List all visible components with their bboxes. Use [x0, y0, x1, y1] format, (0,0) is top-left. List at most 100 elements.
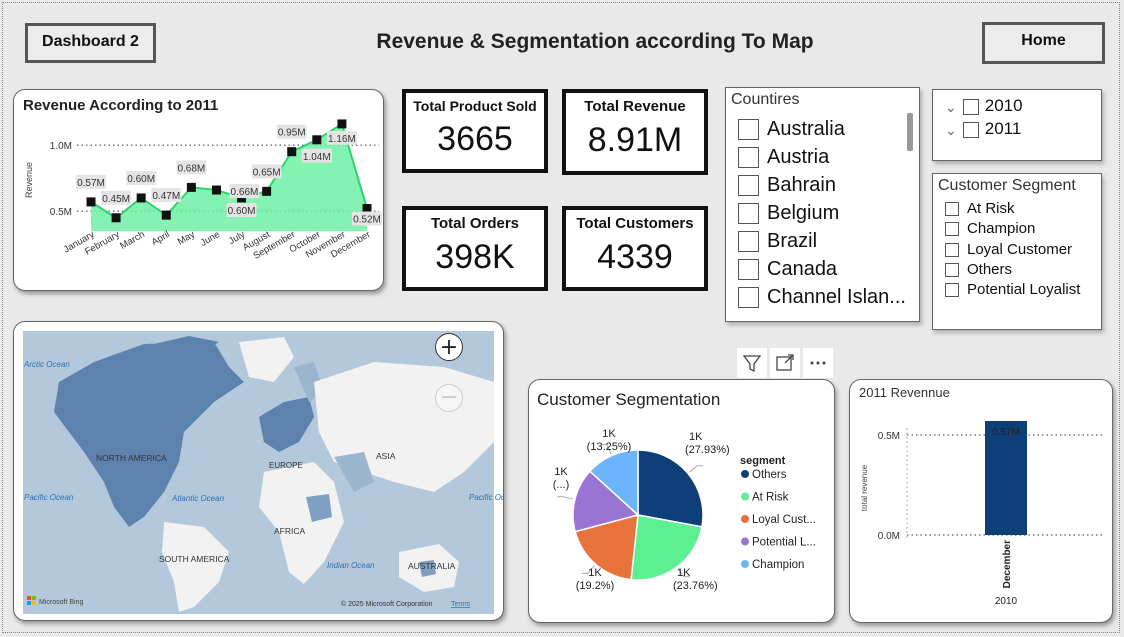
country-item[interactable]: Australia: [738, 116, 845, 142]
kpi-label: Total Product Sold: [413, 98, 537, 114]
year-slicer: ⌄ 2010 ⌄ 2011: [932, 89, 1102, 161]
segment-slicer-title: Customer Segment: [938, 177, 1076, 194]
map-label-pacific-right: Pacific Oce: [469, 493, 504, 502]
dashboard2-button[interactable]: Dashboard 2: [25, 23, 156, 63]
y-tick-label: 0.0M: [878, 531, 900, 542]
checkbox[interactable]: [945, 283, 959, 298]
data-label: 0.60M: [228, 206, 256, 217]
data-point: [312, 135, 322, 145]
page-title: Revenue & Segmentation according To Map: [376, 30, 814, 53]
segment-item[interactable]: Champion: [945, 219, 1035, 239]
chevron-down-icon[interactable]: ⌄: [945, 96, 957, 118]
checkbox[interactable]: [945, 202, 959, 217]
country-label: Channel Islan...: [767, 286, 906, 308]
world-map[interactable]: Arctic Ocean NORTH AMERICA EUROPE ASIA P…: [14, 322, 504, 621]
data-point: [337, 119, 347, 129]
legend-label: Champion: [752, 559, 804, 571]
country-item[interactable]: Brazil: [738, 228, 817, 254]
year-label: 2011: [984, 119, 1022, 138]
legend-label: Potential L...: [752, 537, 816, 549]
year-item-2010[interactable]: ⌄ 2010: [945, 95, 1023, 117]
chevron-down-icon[interactable]: ⌄: [945, 119, 957, 141]
map-label-north-america: NORTH AMERICA: [96, 453, 167, 463]
x-tick-label: March: [118, 229, 146, 252]
segment-item[interactable]: At Risk: [945, 199, 1015, 219]
x-tick-label: June: [199, 229, 222, 249]
legend-marker: [741, 492, 749, 501]
countries-slicer-title: Countires: [731, 91, 800, 108]
legend-marker: [741, 537, 749, 546]
y-tick-label: 0.5M: [878, 431, 900, 442]
slice-percent-label: (19.2%): [576, 580, 615, 592]
segment-item[interactable]: Others: [945, 260, 1012, 280]
chart-title: 2011 Revennue: [859, 385, 950, 400]
slice-label: 1K: [689, 431, 703, 443]
checkbox[interactable]: [962, 98, 979, 115]
chart-title: Revenue According to 2011: [23, 97, 218, 114]
checkbox[interactable]: [738, 231, 759, 253]
country-label: Australia: [767, 118, 845, 140]
y-tick-label: 0.5M: [50, 207, 72, 218]
map-terms-link[interactable]: Terms: [451, 601, 471, 608]
kpi-value: 4339: [597, 238, 673, 276]
checkbox[interactable]: [738, 259, 759, 281]
country-item[interactable]: Austria: [738, 144, 829, 170]
segment-item[interactable]: Potential Loyalist: [945, 280, 1080, 300]
y-tick-label: 1.0M: [50, 141, 72, 152]
checkbox[interactable]: [738, 119, 759, 141]
plus-icon: +: [439, 335, 459, 360]
map-label-australia: AUSTRALIA: [408, 561, 456, 571]
focus-mode-icon[interactable]: [770, 348, 800, 378]
checkbox[interactable]: [738, 287, 759, 309]
year-item-2011[interactable]: ⌄ 2011: [945, 118, 1021, 140]
legend-marker: [741, 560, 749, 568]
segment-item[interactable]: Loyal Customer: [945, 240, 1072, 260]
checkbox[interactable]: [738, 175, 759, 197]
checkbox[interactable]: [945, 243, 959, 258]
country-item[interactable]: Bahrain: [738, 172, 836, 198]
map-label-europe: EUROPE: [269, 461, 303, 470]
y-axis-label: Revenue: [24, 162, 34, 198]
world-map-card: Arctic Ocean NORTH AMERICA EUROPE ASIA P…: [13, 321, 504, 621]
checkbox[interactable]: [738, 147, 759, 169]
country-item[interactable]: Canada: [738, 256, 837, 282]
zoom-out-button[interactable]: −: [435, 384, 463, 412]
checkbox[interactable]: [738, 203, 759, 225]
segment-label: At Risk: [967, 200, 1015, 217]
more-options-icon[interactable]: [803, 348, 833, 378]
zoom-in-button[interactable]: +: [435, 333, 463, 361]
checkbox[interactable]: [945, 263, 959, 278]
country-item[interactable]: Belgium: [738, 200, 839, 226]
slice-label: 1K: [588, 567, 602, 579]
x-tick-label: April: [150, 229, 172, 248]
map-label-pacific: Pacific Ocean: [24, 493, 74, 502]
slice-percent-label: (...): [553, 479, 570, 491]
map-label-africa: AFRICA: [274, 526, 306, 536]
slice-percent-label: (27.93%): [685, 444, 730, 456]
data-label: 0.45M: [102, 194, 130, 205]
countries-scrollbar[interactable]: [907, 113, 913, 151]
kpi-value: 3665: [437, 120, 513, 158]
map-attribution: © 2025 Microsoft Corporation: [341, 600, 433, 608]
pie-slice: [637, 449, 704, 528]
kpi-value: 8.91M: [587, 121, 683, 159]
legend-marker: [741, 515, 749, 523]
data-point: [287, 147, 297, 157]
filter-icon[interactable]: [737, 348, 767, 378]
data-label: 0.66M: [231, 187, 259, 198]
leader-line: [557, 496, 574, 500]
home-button[interactable]: Home: [982, 22, 1105, 64]
kpi-label: Total Customers: [576, 215, 694, 232]
legend-label: Others: [752, 469, 787, 481]
revenue-line-chart: Revenue According to 2011 Revenue 0.5M 1.0M…: [23, 97, 382, 262]
data-label: 0.68M: [177, 163, 205, 174]
x-tick-label: May: [176, 229, 197, 248]
country-item[interactable]: Channel Islan...: [738, 284, 906, 310]
checkbox[interactable]: [945, 222, 959, 237]
bar: [985, 421, 1027, 535]
revenue-bar-chart: 2011 Revennue total revenue 0.0M 0.5M 0.57M D…: [859, 385, 1104, 607]
data-point: [111, 213, 121, 223]
checkbox[interactable]: [962, 121, 979, 138]
customer-segmentation-card: Customer Segmentation 1K (27.93%) 1K (23.76%…: [528, 379, 835, 623]
kpi-label: Total Revenue: [584, 98, 686, 115]
